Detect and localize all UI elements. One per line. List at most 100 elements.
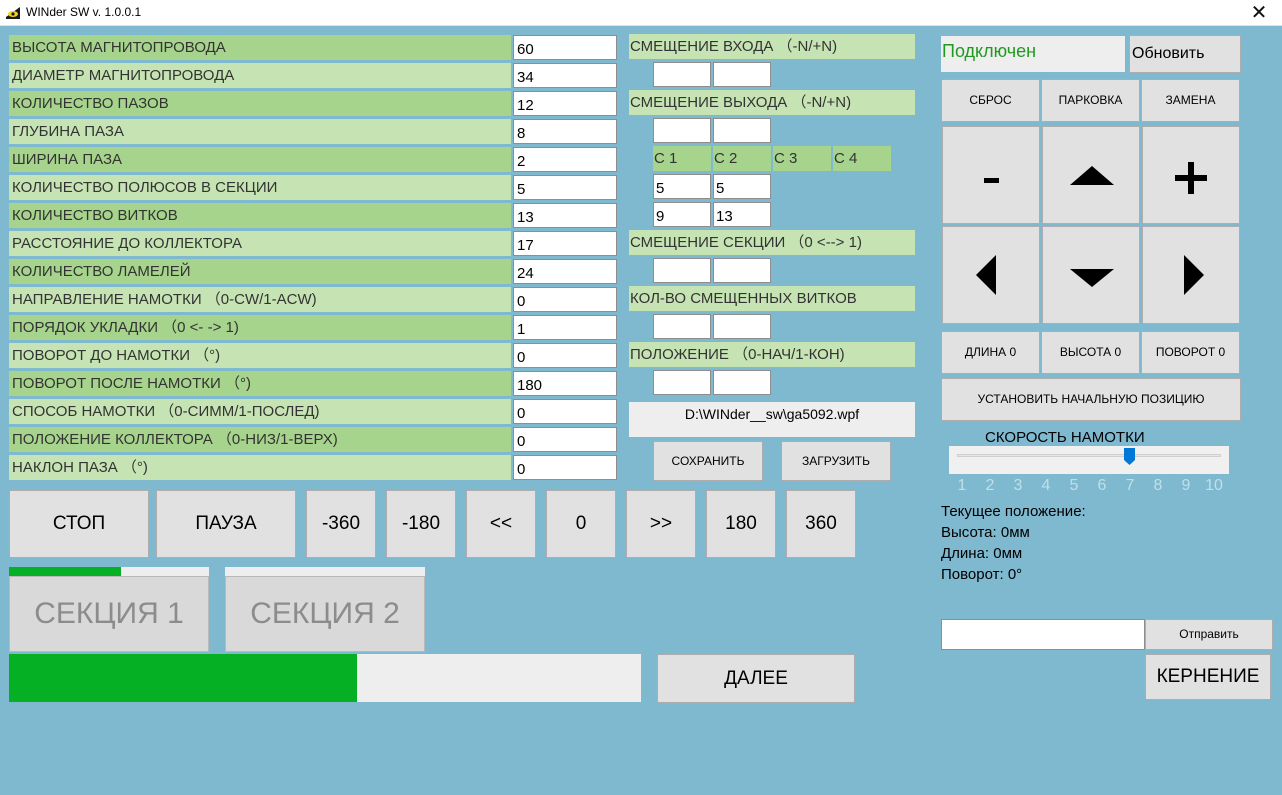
shifted-turns-field-1[interactable] — [653, 314, 711, 339]
param-label: СПОСОБ НАМОТКИ （0-СИММ/1-ПОСЛЕД) — [9, 399, 511, 424]
rotation-zero-button[interactable]: ПОВОРОТ 0 — [1141, 331, 1240, 374]
slider-thumb[interactable] — [1124, 448, 1135, 465]
param-row-winding-method: СПОСОБ НАМОТКИ （0-СИММ/1-ПОСЛЕД) — [9, 399, 617, 424]
rotate-360-button[interactable]: 360 — [786, 490, 856, 558]
arrow-right-icon — [1184, 255, 1204, 295]
param-label: ВЫСОТА МАГНИТОПРОВОДА — [9, 35, 511, 60]
save-button[interactable]: СОХРАНИТЬ — [653, 441, 763, 481]
param-label: КОЛИЧЕСТВО ПАЗОВ — [9, 91, 511, 116]
punch-button[interactable]: КЕРНЕНИЕ — [1145, 654, 1271, 700]
window-title: WINder SW v. 1.0.0.1 — [26, 5, 142, 19]
c-value-field-2[interactable] — [713, 174, 771, 199]
right-button[interactable] — [1142, 226, 1240, 324]
app-icon — [5, 5, 21, 21]
input-offset-field-2[interactable] — [713, 62, 771, 87]
tab-c3[interactable]: С 3 — [773, 146, 831, 171]
speed-tick-label: 3 — [1013, 477, 1023, 494]
arrow-left-icon — [976, 255, 996, 295]
step-back-button[interactable]: << — [466, 490, 536, 558]
park-button[interactable]: ПАРКОВКА — [1041, 79, 1140, 122]
winding-direction-input[interactable] — [513, 287, 617, 312]
laying-order-input[interactable] — [513, 315, 617, 340]
stop-button[interactable]: СТОП — [9, 490, 149, 558]
rotate-zero-button[interactable]: 0 — [546, 490, 616, 558]
position-field-1[interactable] — [653, 370, 711, 395]
core-height-input[interactable] — [513, 35, 617, 60]
c-value-field-4[interactable] — [713, 202, 771, 227]
position-heading: Текущее положение: — [941, 503, 1086, 520]
param-label: НАПРАВЛЕНИЕ НАМОТКИ （0-CW/1-ACW) — [9, 287, 511, 312]
tab-c1[interactable]: С 1 — [653, 146, 711, 171]
poles-per-section-input[interactable] — [513, 175, 617, 200]
output-offset-field-2[interactable] — [713, 118, 771, 143]
down-button[interactable] — [1042, 226, 1140, 324]
param-row-slot-tilt: НАКЛОН ПАЗА （°) — [9, 455, 617, 480]
left-button[interactable] — [942, 226, 1040, 324]
minus-button[interactable] — [942, 126, 1040, 224]
slot-width-input[interactable] — [513, 147, 617, 172]
winding-method-input[interactable] — [513, 399, 617, 424]
load-button[interactable]: ЗАГРУЗИТЬ — [781, 441, 891, 481]
close-icon[interactable]: ✕ — [1236, 0, 1282, 26]
main-progress-bar — [9, 654, 641, 702]
collector-distance-input[interactable] — [513, 231, 617, 256]
speed-tick-label: 2 — [985, 477, 995, 494]
arrow-down-icon — [1070, 269, 1114, 287]
section2-button[interactable]: СЕКЦИЯ 2 — [225, 576, 425, 652]
send-button[interactable]: Отправить — [1145, 619, 1273, 650]
speed-slider[interactable] — [949, 446, 1229, 474]
reset-button[interactable]: СБРОС — [941, 79, 1040, 122]
core-diameter-input[interactable] — [513, 63, 617, 88]
param-row-collector-position: ПОЛОЖЕНИЕ КОЛЛЕКТОРА （0-НИЗ/1-ВЕРХ) — [9, 427, 617, 452]
position-height: Высота: 0мм — [941, 524, 1030, 541]
length-zero-button[interactable]: ДЛИНА 0 — [941, 331, 1040, 374]
minus-icon — [984, 178, 999, 183]
shifted-turns-field-2[interactable] — [713, 314, 771, 339]
slot-tilt-input[interactable] — [513, 455, 617, 480]
speed-tick-label: 5 — [1069, 477, 1079, 494]
rotation-after-input[interactable] — [513, 371, 617, 396]
rotate-180-button[interactable]: 180 — [706, 490, 776, 558]
set-start-position-button[interactable]: УСТАНОВИТЬ НАЧАЛЬНУЮ ПОЗИЦИЮ — [941, 378, 1241, 421]
section1-button[interactable]: СЕКЦИЯ 1 — [9, 576, 209, 652]
rotate-minus-360-button[interactable]: -360 — [306, 490, 376, 558]
tab-c4[interactable]: С 4 — [833, 146, 891, 171]
height-zero-button[interactable]: ВЫСОТА 0 — [1041, 331, 1140, 374]
position-field-2[interactable] — [713, 370, 771, 395]
file-path: D:\WINder__sw\ga5092.wpf — [629, 402, 915, 437]
position-rotation: Поворот: 0° — [941, 566, 1023, 583]
tab-c2[interactable]: С 2 — [713, 146, 771, 171]
collector-position-input[interactable] — [513, 427, 617, 452]
step-forward-button[interactable]: >> — [626, 490, 696, 558]
lamellas-input[interactable] — [513, 259, 617, 284]
section-offset-field-1[interactable] — [653, 258, 711, 283]
main-progress-fill — [9, 654, 357, 702]
input-offset-field-1[interactable] — [653, 62, 711, 87]
param-label: ГЛУБИНА ПАЗА — [9, 119, 511, 144]
speed-tick-labels: 1 2 3 4 5 6 7 8 9 10 — [955, 477, 1225, 497]
up-button[interactable] — [1042, 126, 1140, 224]
turns-input[interactable] — [513, 203, 617, 228]
next-button[interactable]: ДАЛЕЕ — [657, 654, 855, 703]
speed-tick-label: 9 — [1181, 477, 1191, 494]
speed-tick-label: 4 — [1041, 477, 1051, 494]
send-input[interactable] — [941, 619, 1145, 650]
slot-count-input[interactable] — [513, 91, 617, 116]
slot-depth-input[interactable] — [513, 119, 617, 144]
section-offset-field-2[interactable] — [713, 258, 771, 283]
output-offset-field-1[interactable] — [653, 118, 711, 143]
pause-button[interactable]: ПАУЗА — [156, 490, 296, 558]
speed-tick-label: 8 — [1153, 477, 1163, 494]
param-row-slot-count: КОЛИЧЕСТВО ПАЗОВ — [9, 91, 617, 116]
param-row-core-diameter: ДИАМЕТР МАГНИТОПРОВОДА — [9, 63, 617, 88]
replace-button[interactable]: ЗАМЕНА — [1141, 79, 1240, 122]
param-row-slot-depth: ГЛУБИНА ПАЗА — [9, 119, 617, 144]
param-row-core-height: ВЫСОТА МАГНИТОПРОВОДА — [9, 35, 617, 60]
param-row-rotation-before: ПОВОРОТ ДО НАМОТКИ （°) — [9, 343, 617, 368]
c-value-field-1[interactable] — [653, 174, 711, 199]
rotate-minus-180-button[interactable]: -180 — [386, 490, 456, 558]
refresh-button[interactable]: Обновить — [1129, 35, 1241, 73]
rotation-before-input[interactable] — [513, 343, 617, 368]
c-value-field-3[interactable] — [653, 202, 711, 227]
plus-button[interactable] — [1142, 126, 1240, 224]
